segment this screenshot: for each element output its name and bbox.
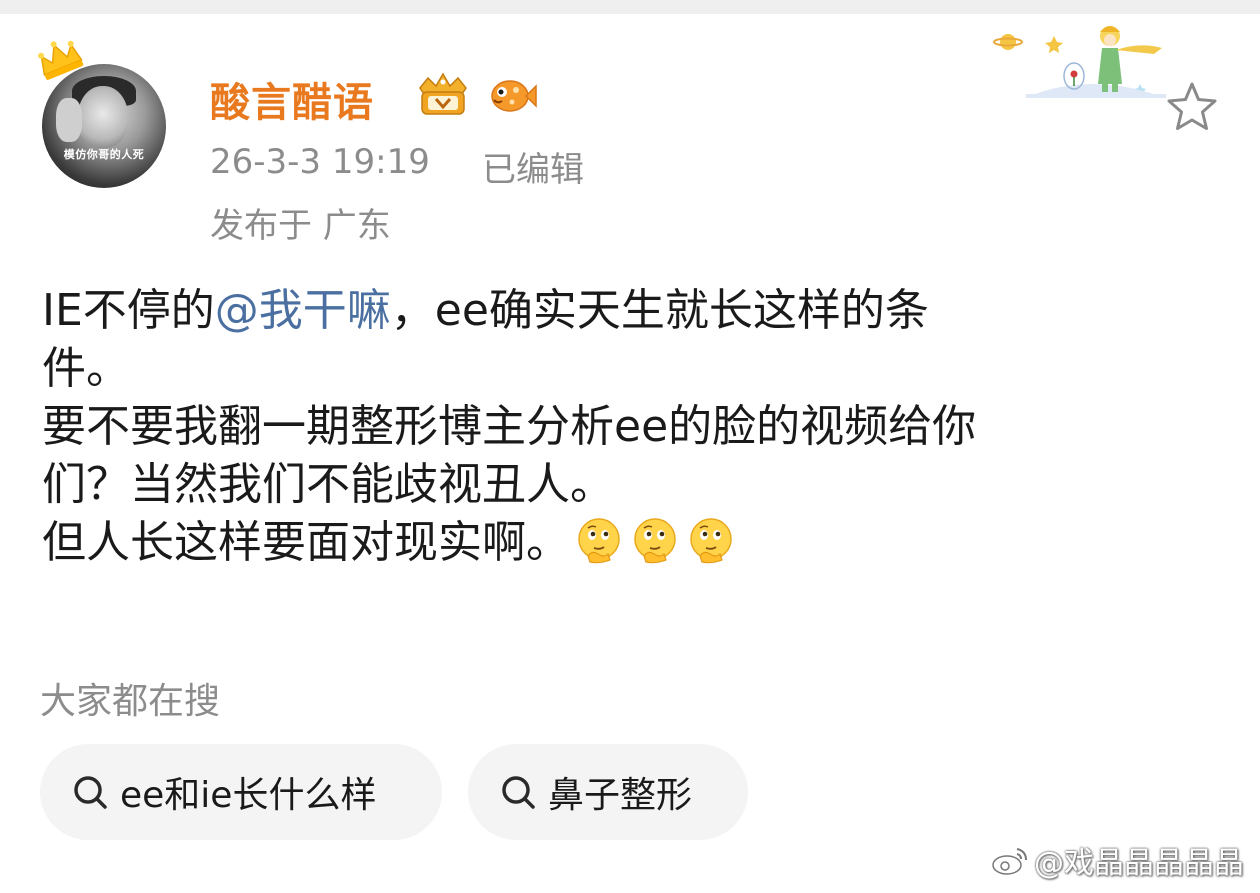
content-line-3: 要不要我翻一期整形博主分析ee的脸的视频给你 — [42, 401, 977, 452]
search-section-title: 大家都在搜 — [40, 681, 221, 722]
search-suggestion-label: 鼻子整形 — [548, 775, 693, 816]
favorite-star-icon[interactable] — [1164, 80, 1220, 134]
weibo-logo-icon — [992, 848, 1027, 875]
content-text: IE不停的 — [42, 285, 215, 336]
little-prince-decoration — [993, 26, 1166, 98]
content-text: 但人长这样要面对现实啊。 — [42, 517, 570, 568]
content-line-5: 但人长这样要面对现实啊。 — [42, 514, 1222, 572]
content-line-4: 们？当然我们不能歧视丑人。 — [42, 459, 614, 510]
vip-crown-badge-icon[interactable] — [414, 72, 472, 118]
search-icon — [502, 776, 535, 809]
emoji-group — [574, 516, 736, 566]
avatar-hand — [56, 98, 82, 142]
mention-link[interactable]: @我干嘛 — [215, 285, 391, 336]
avatar-face — [78, 86, 128, 148]
post-location: 发布于 广东 — [210, 206, 391, 246]
watermark: @戏晶晶晶晶晶 — [990, 838, 1244, 882]
edited-label[interactable]: 已编辑 — [482, 142, 584, 191]
fish-badge-icon[interactable] — [486, 74, 538, 116]
search-suggestion-pill[interactable]: ee和ie长什么样 — [40, 744, 442, 840]
content-line-1: IE不停的@我干嘛，ee确实天生就长这样的条 — [42, 282, 1222, 340]
avatar-caption: 模仿你哥的人死 — [63, 148, 145, 161]
search-suggestion-pill[interactable]: 鼻子整形 — [468, 744, 748, 840]
thinking-face-emoji-icon — [690, 518, 732, 564]
content-line-2: 件。 — [42, 343, 130, 394]
thinking-face-emoji-icon — [634, 518, 676, 564]
thinking-face-emoji-icon — [578, 518, 620, 564]
post-content: IE不停的@我干嘛，ee确实天生就长这样的条 件。 要不要我翻一期整形博主分析e… — [42, 282, 1222, 572]
search-icon — [74, 776, 107, 809]
post-timestamp: 26-3-3 19:19 — [210, 142, 430, 182]
watermark-text: @戏晶晶晶晶晶 — [1034, 846, 1244, 881]
avatar-container[interactable]: 模仿你哥的人死 — [32, 38, 172, 188]
username[interactable]: 酸言醋语 — [210, 70, 374, 128]
search-suggestion-label: ee和ie长什么样 — [120, 775, 377, 816]
content-text: ，ee确实天生就长这样的条 — [390, 285, 929, 336]
top-strip — [0, 0, 1260, 14]
avatar[interactable]: 模仿你哥的人死 — [42, 64, 166, 188]
